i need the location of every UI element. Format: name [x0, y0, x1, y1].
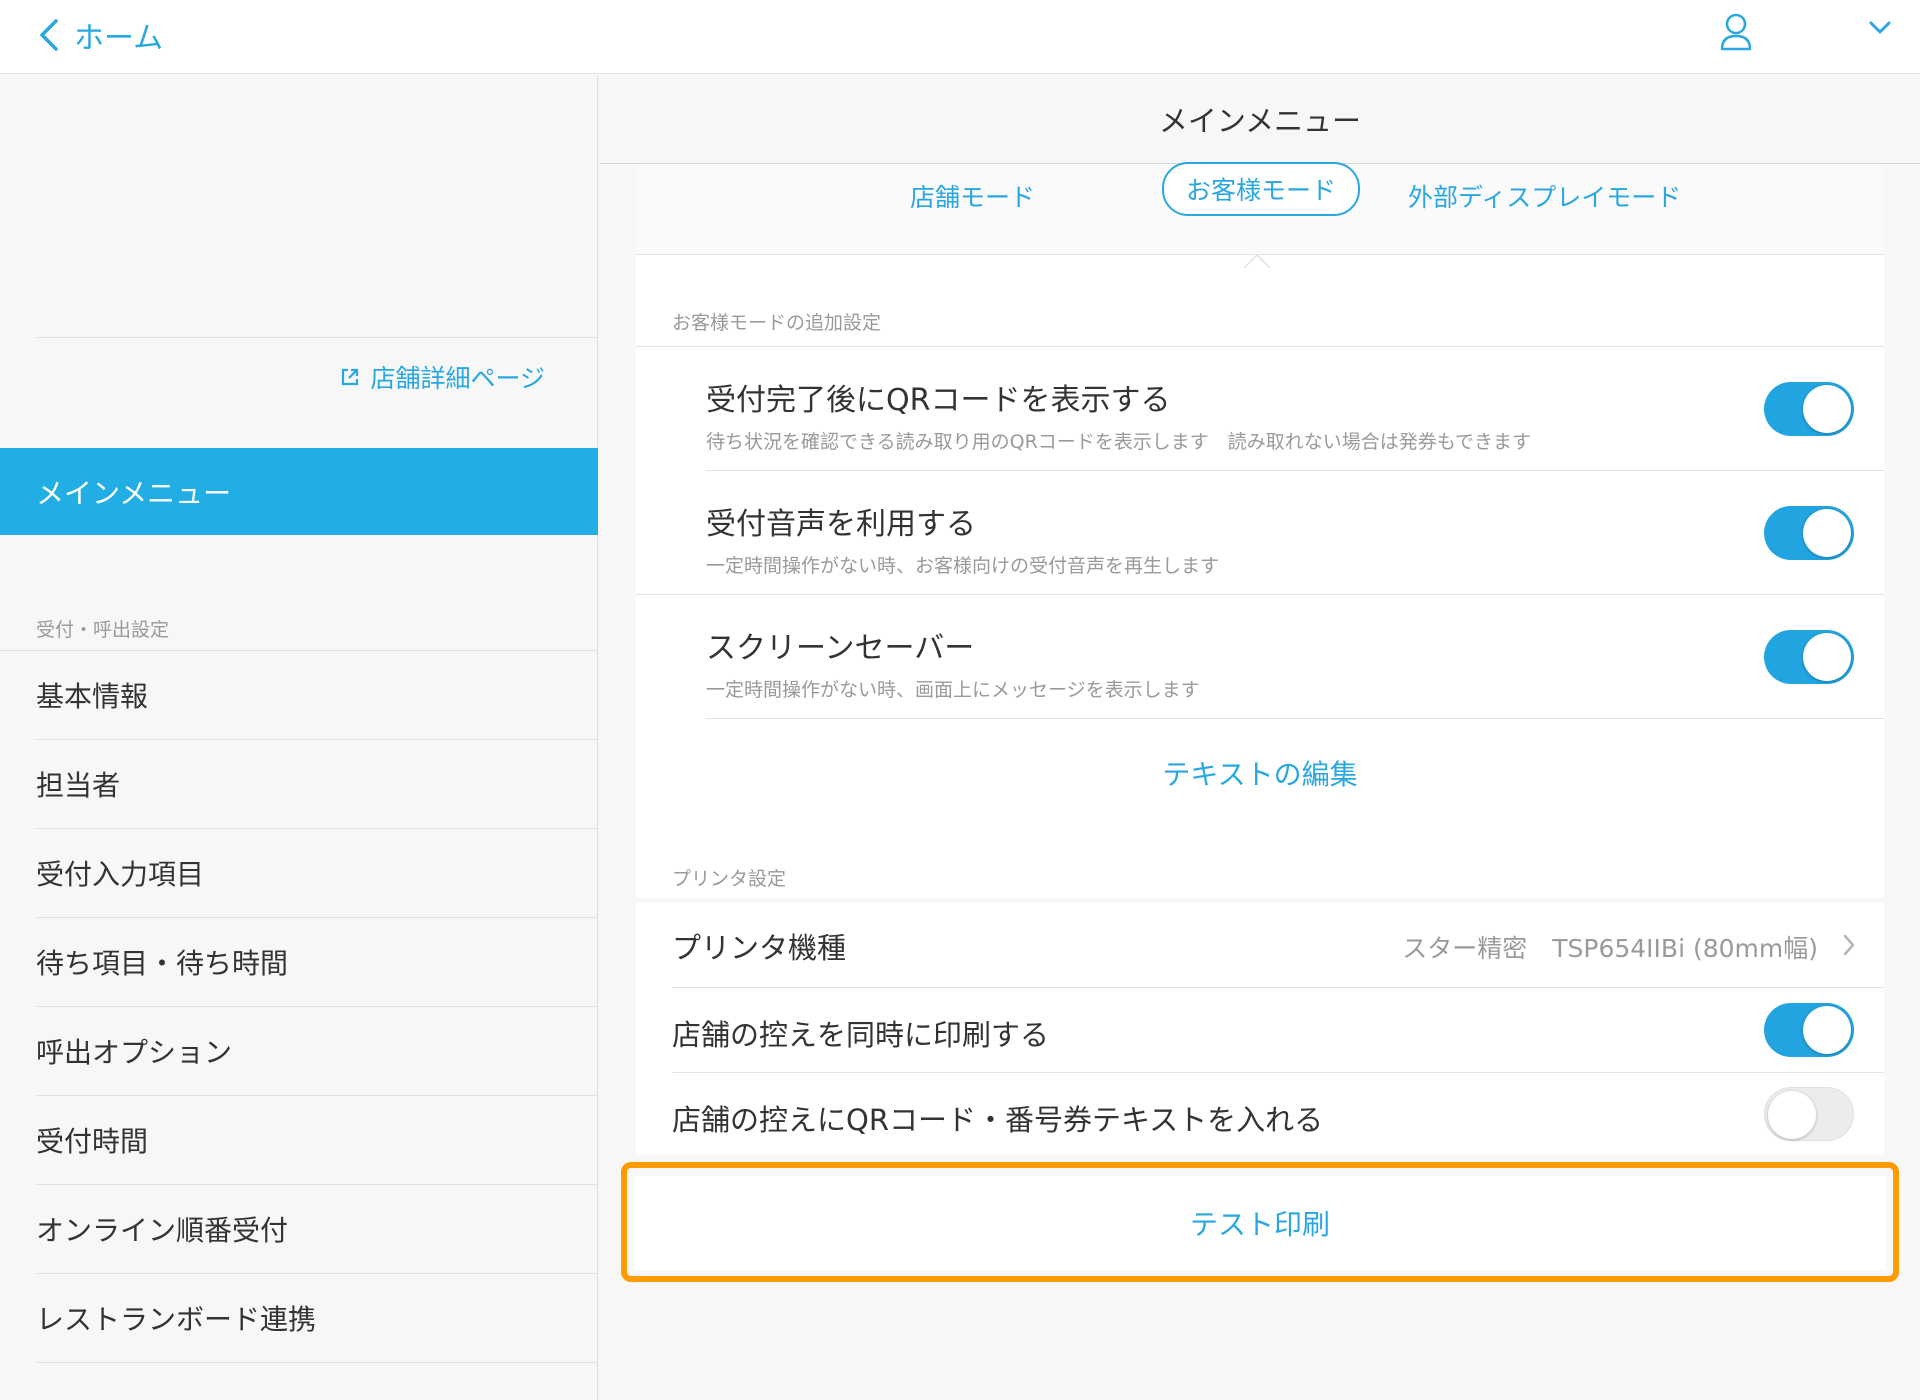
test-print-button[interactable]: テスト印刷: [634, 1176, 1886, 1270]
chevron-right-icon: [1843, 934, 1855, 956]
include-qr-label: 店舗の控えにQRコード・番号券テキストを入れる: [672, 1103, 1324, 1137]
sidebar-item-call-options[interactable]: 呼出オプション: [36, 1007, 598, 1096]
sidebar-item-label: 呼出オプション: [36, 1036, 233, 1069]
setting-title: 受付完了後にQRコードを表示する: [706, 383, 1171, 418]
sidebar-item-staff[interactable]: 担当者: [36, 740, 598, 829]
sidebar-item-label: メインメニュー: [36, 476, 232, 510]
setting-title: 受付音声を利用する: [706, 507, 976, 542]
sidebar-item-wait-items[interactable]: 待ち項目・待ち時間: [36, 918, 598, 1007]
setting-title: スクリーンセーバー: [706, 631, 975, 666]
print-copy-row: 店舗の控えを同時に印刷する: [672, 988, 1884, 1073]
tab-store-mode[interactable]: 店舗モード: [910, 170, 1035, 222]
sidebar-item-label: 待ち項目・待ち時間: [36, 947, 289, 980]
setting-row-voice: 受付音声を利用する 一定時間操作がない時、お客様向けの受付音声を再生します: [636, 471, 1884, 595]
sidebar-list: 基本情報 担当者 受付入力項目 待ち項目・待ち時間 呼出オプション 受付時間 オ…: [0, 650, 598, 1363]
setting-subtitle: 一定時間操作がない時、画面上にメッセージを表示します: [706, 679, 1200, 701]
printer-model-row[interactable]: プリンタ機種 スター精密 TSP654IIBi (80mm幅): [672, 903, 1884, 988]
sidebar-item-restaurant-board[interactable]: レストランボード連携: [36, 1274, 598, 1363]
setting-row-qr: 受付完了後にQRコードを表示する 待ち状況を確認できる読み取り用のQRコードを表…: [706, 347, 1884, 471]
sidebar-item-label: レストランボード連携: [36, 1303, 317, 1336]
printer-model-value: スター精密 TSP654IIBi (80mm幅): [1402, 934, 1818, 963]
sidebar-item-reception-hours[interactable]: 受付時間: [36, 1096, 598, 1185]
sidebar-divider: [36, 337, 597, 338]
tab-customer-mode[interactable]: お客様モード: [1162, 162, 1361, 216]
store-detail-link[interactable]: 店舗詳細ページ: [340, 357, 545, 397]
sidebar: 店舗詳細ページ メインメニュー 受付・呼出設定 基本情報 担当者 受付入力項目 …: [0, 75, 598, 1400]
voice-toggle[interactable]: [1764, 506, 1854, 560]
sidebar-item-label: オンライン順番受付: [36, 1214, 289, 1247]
sidebar-item-input-fields[interactable]: 受付入力項目: [36, 829, 598, 918]
include-qr-row: 店舗の控えにQRコード・番号券テキストを入れる: [672, 1073, 1884, 1155]
customer-section-label: お客様モードの追加設定: [672, 312, 882, 334]
printer-settings-card: プリンタ機種 スター精密 TSP654IIBi (80mm幅) 店舗の控えを同時…: [636, 903, 1884, 1155]
sidebar-item-label: 担当者: [36, 769, 121, 802]
printer-model-label: プリンタ機種: [672, 931, 847, 965]
page-title: メインメニュー: [600, 75, 1920, 164]
tab-label: 外部ディスプレイモード: [1408, 183, 1682, 212]
setting-row-screensaver: スクリーンセーバー 一定時間操作がない時、画面上にメッセージを表示します: [706, 595, 1884, 719]
include-qr-toggle[interactable]: [1764, 1087, 1854, 1141]
back-button[interactable]: ホーム: [38, 10, 163, 60]
sidebar-item-label: 受付時間: [36, 1125, 149, 1158]
qr-toggle[interactable]: [1764, 382, 1854, 436]
print-copy-label: 店舗の控えを同時に印刷する: [672, 1018, 1050, 1052]
setting-subtitle: 待ち状況を確認できる読み取り用のQRコードを表示します 読み取れない場合は発券も…: [706, 431, 1532, 453]
sidebar-item-online-queue[interactable]: オンライン順番受付: [36, 1185, 598, 1274]
sidebar-item-label: 基本情報: [36, 680, 149, 713]
back-label: ホーム: [74, 21, 164, 56]
sidebar-item-basic-info[interactable]: 基本情報: [36, 651, 598, 740]
tab-label: 店舗モード: [910, 183, 1036, 212]
customer-settings-panel: お客様モードの追加設定 受付完了後にQRコードを表示する 待ち状況を確認できる読…: [636, 268, 1884, 823]
store-detail-label: 店舗詳細ページ: [370, 364, 545, 393]
tab-label: お客様モード: [1186, 176, 1337, 205]
printer-section-label: プリンタ設定: [672, 868, 787, 890]
edit-text-link[interactable]: テキストの編集: [636, 738, 1884, 808]
sidebar-section-label: 受付・呼出設定: [36, 619, 170, 641]
tab-external-display-mode[interactable]: 外部ディスプレイモード: [1408, 170, 1681, 222]
external-link-icon: [342, 368, 359, 386]
sidebar-item-main-menu[interactable]: メインメニュー: [0, 448, 598, 535]
setting-subtitle: 一定時間操作がない時、お客様向けの受付音声を再生します: [706, 555, 1220, 577]
chevron-down-icon[interactable]: [1868, 20, 1892, 40]
sidebar-item-label: 受付入力項目: [36, 858, 205, 891]
print-copy-toggle[interactable]: [1764, 1003, 1854, 1057]
top-bar: ホーム: [0, 0, 1920, 74]
user-icon[interactable]: [1718, 12, 1754, 56]
chevron-left-icon: [40, 19, 58, 51]
screensaver-toggle[interactable]: [1764, 630, 1854, 684]
